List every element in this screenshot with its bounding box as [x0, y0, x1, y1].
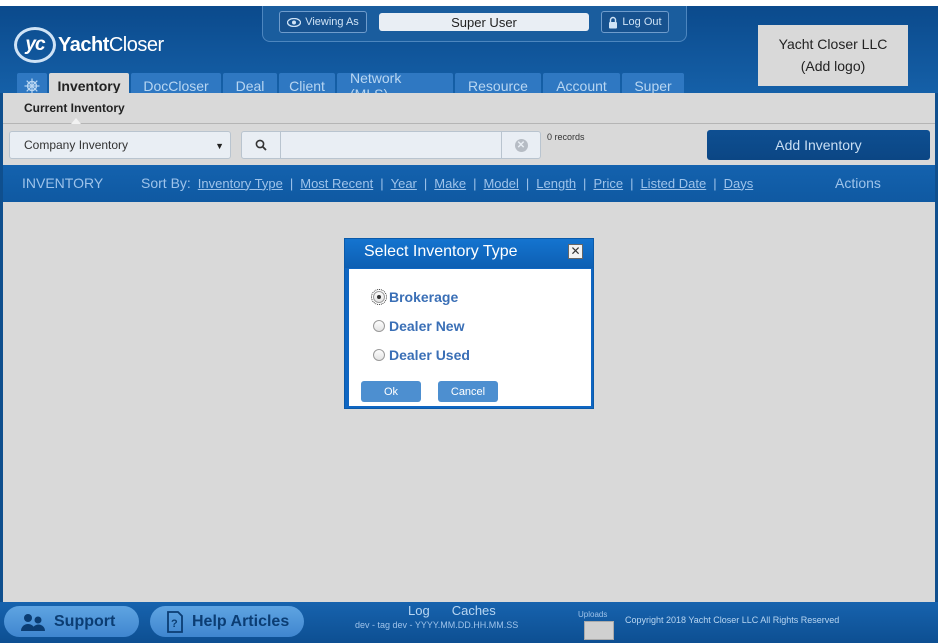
radio-label: Dealer Used: [389, 347, 470, 363]
sort-bar: INVENTORY Sort By: Inventory Type | Most …: [3, 165, 935, 202]
log-link[interactable]: Log: [408, 603, 430, 618]
radio-button[interactable]: [373, 320, 385, 332]
sort-separator: |: [423, 175, 428, 191]
helm-icon: [24, 78, 40, 94]
viewing-as-button[interactable]: Viewing As: [279, 11, 367, 33]
sort-price[interactable]: Price: [593, 176, 623, 191]
sort-year[interactable]: Year: [391, 176, 417, 191]
help-articles-button[interactable]: ? Help Articles: [150, 606, 304, 637]
sort-model[interactable]: Model: [483, 176, 518, 191]
logo-text-bold: Yacht: [58, 33, 109, 56]
logout-button[interactable]: Log Out: [601, 11, 669, 33]
logo-text-light: Closer: [108, 33, 164, 56]
sort-listed-date[interactable]: Listed Date: [640, 176, 706, 191]
clear-search-button[interactable]: ✕: [501, 131, 541, 159]
sort-separator: |: [380, 175, 384, 191]
radio-label: Dealer New: [389, 318, 465, 334]
sort-separator: |: [713, 175, 717, 191]
dialog-title-bar[interactable]: Select Inventory Type: [345, 239, 593, 268]
search-icon: [255, 139, 267, 151]
dialog-title: Select Inventory Type: [364, 243, 518, 260]
support-label: Support: [54, 612, 116, 630]
logo-mark: yc: [14, 27, 56, 63]
sort-by-label: Sort By:: [141, 175, 191, 191]
radio-option-brokerage[interactable]: Brokerage: [371, 289, 459, 305]
inventory-scope-select[interactable]: Company Inventory ▼: [9, 131, 231, 159]
caches-link[interactable]: Caches: [452, 603, 496, 618]
sort-separator: |: [583, 175, 587, 191]
cancel-button[interactable]: Cancel: [438, 381, 498, 402]
records-count: 0 records: [547, 132, 585, 142]
user-topbar: Viewing As Super User Log Out: [262, 6, 687, 42]
sub-navigation: Current Inventory: [3, 93, 935, 124]
search-button[interactable]: [241, 131, 281, 159]
dropdown-arrow-icon: ▼: [215, 141, 224, 151]
radio-option-dealer-used[interactable]: Dealer Used: [373, 347, 470, 363]
close-icon[interactable]: ✕: [568, 244, 583, 259]
app-footer: Support ? Help Articles Log Caches dev -…: [0, 602, 938, 643]
sort-separator: |: [473, 175, 477, 191]
logo-text: YachtCloser: [58, 34, 164, 57]
inventory-toolbar: Company Inventory ▼ ✕ 0 records Add Inve…: [3, 124, 935, 164]
radio-label: Brokerage: [389, 289, 459, 305]
sort-separator: |: [525, 175, 530, 191]
sort-make[interactable]: Make: [434, 176, 466, 191]
users-icon: [21, 613, 45, 631]
radio-option-dealer-new[interactable]: Dealer New: [373, 318, 464, 334]
uploads-label: Uploads: [578, 610, 608, 619]
radio-button-checked[interactable]: [371, 289, 387, 305]
version-text: dev - tag dev - YYYY.MM.DD.HH.MM.SS: [355, 620, 519, 630]
sort-most-recent[interactable]: Most Recent: [300, 176, 373, 191]
clear-icon: ✕: [514, 138, 528, 152]
yachtcloser-logo[interactable]: yc YachtCloser: [14, 24, 164, 66]
eye-icon: [287, 17, 302, 27]
sort-separator: |: [289, 175, 294, 191]
dialog-body: Brokerage Dealer New Dealer Used Ok Canc…: [349, 269, 591, 406]
support-button[interactable]: Support: [4, 606, 139, 637]
inventory-scope-value: Company Inventory: [24, 138, 129, 152]
sort-days[interactable]: Days: [724, 176, 754, 191]
footer-links: Log Caches: [408, 603, 496, 618]
lock-icon: [609, 16, 618, 28]
document-help-icon: ?: [167, 610, 183, 633]
copyright-text: Copyright 2018 Yacht Closer LLC All Righ…: [625, 615, 840, 625]
sort-separator: |: [630, 175, 634, 191]
add-inventory-button[interactable]: Add Inventory: [707, 130, 930, 160]
company-name: Yacht Closer LLC: [778, 36, 888, 52]
uploads-indicator[interactable]: [584, 621, 614, 640]
sort-length[interactable]: Length: [536, 176, 576, 191]
company-logo-box[interactable]: Yacht Closer LLC (Add logo): [758, 25, 908, 86]
select-inventory-type-dialog: Select Inventory Type ✕ Brokerage Dealer…: [344, 238, 594, 409]
help-articles-label: Help Articles: [192, 612, 290, 630]
logout-label: Log Out: [622, 16, 662, 28]
add-logo-placeholder: (Add logo): [800, 58, 866, 74]
viewing-as-label: Viewing As: [305, 16, 359, 28]
search-input[interactable]: [281, 131, 503, 159]
subtab-current-inventory[interactable]: Current Inventory: [24, 101, 125, 115]
inventory-heading: INVENTORY: [22, 175, 104, 191]
app-header: yc YachtCloser Viewing As Super User Log…: [0, 0, 938, 102]
sort-options: Sort By: Inventory Type | Most Recent | Ye…: [141, 175, 753, 191]
actions-heading: Actions: [835, 175, 881, 191]
radio-button[interactable]: [373, 349, 385, 361]
svg-text:?: ?: [171, 618, 178, 630]
sort-inventory-type[interactable]: Inventory Type: [198, 176, 283, 191]
current-user-field[interactable]: Super User: [379, 13, 589, 31]
ok-button[interactable]: Ok: [361, 381, 421, 402]
